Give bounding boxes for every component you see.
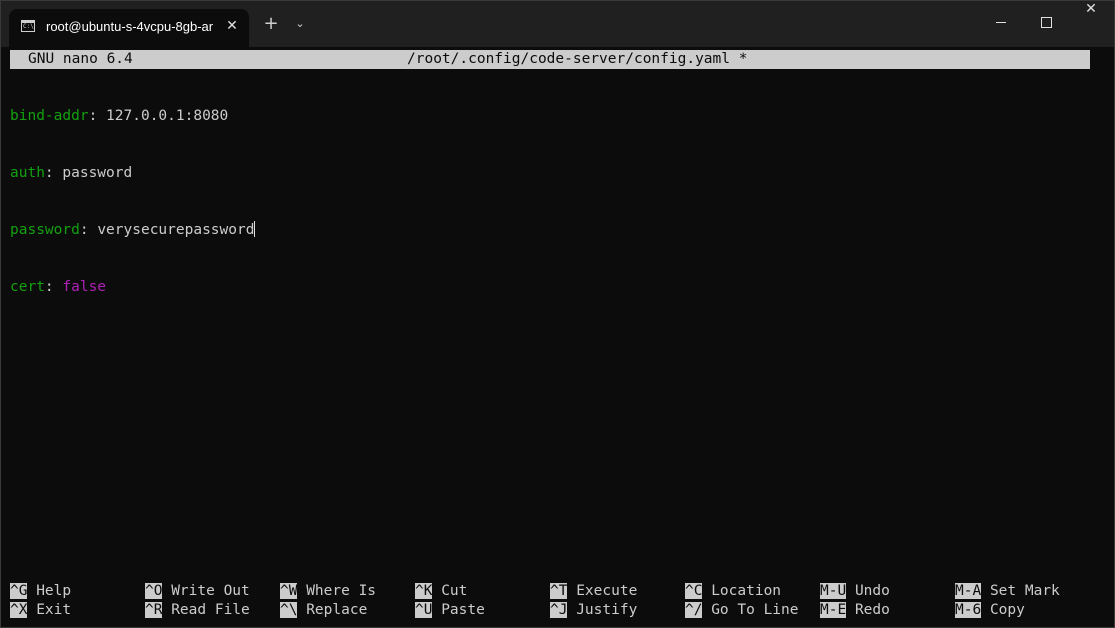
yaml-value: false	[62, 279, 107, 295]
shortcut-label: Justify	[576, 602, 638, 618]
maximize-icon	[1041, 17, 1052, 28]
shortcut-label: Redo	[854, 602, 890, 618]
chevron-down-icon[interactable]: ⌄	[291, 15, 309, 33]
shortcut-replace[interactable]: ^\ Replace	[280, 601, 367, 620]
shortcut-key: ^/	[685, 602, 703, 618]
terminal-area[interactable]: GNU nano 6.4 /root/.config/code-server/c…	[1, 47, 1114, 627]
tab-title: root@ubuntu-s-4vcpu-8gb-ar	[46, 19, 214, 34]
shortcut-exit[interactable]: ^X Exit	[10, 601, 71, 620]
shortcut-label: Paste	[441, 602, 485, 618]
shortcut-justify[interactable]: ^J Justify	[550, 601, 637, 620]
file-line[interactable]: password: verysecurepassword	[10, 221, 256, 240]
shortcut-key: ^G	[10, 583, 28, 599]
yaml-value: verysecurepassword	[97, 222, 255, 238]
shortcut-key: ^T	[550, 583, 568, 599]
shortcut-help[interactable]: ^G Help	[10, 582, 71, 601]
shortcut-read-file[interactable]: ^R Read File	[145, 601, 250, 620]
yaml-separator: :	[88, 108, 107, 124]
shortcut-label: Replace	[306, 602, 368, 618]
shortcut-paste[interactable]: ^U Paste	[415, 601, 485, 620]
shortcut-label: Undo	[854, 583, 890, 599]
yaml-key: bind-addr	[10, 108, 89, 124]
shortcut-label: Write Out	[171, 583, 250, 599]
shortcut-write-out[interactable]: ^O Write Out	[145, 582, 250, 601]
shortcut-key: ^J	[550, 602, 568, 618]
shortcut-key: ^O	[145, 583, 163, 599]
shortcut-key: M-U	[820, 583, 847, 599]
file-content[interactable]: bind-addr: 127.0.0.1:8080 auth: password…	[10, 69, 256, 335]
title-bar: C:\ root@ubuntu-s-4vcpu-8gb-ar ✕ + ⌄ ✕	[1, 1, 1114, 47]
shortcut-label: Copy	[989, 602, 1025, 618]
shortcut-label: Exit	[36, 602, 72, 618]
shortcut-label: Go To Line	[711, 602, 799, 618]
shortcut-execute[interactable]: ^T Execute	[550, 582, 637, 601]
file-line[interactable]: bind-addr: 127.0.0.1:8080	[10, 107, 255, 126]
file-path: /root/.config/code-server/config.yaml *	[407, 51, 748, 67]
shortcut-key: M-A	[955, 583, 982, 599]
terminal-window: C:\ root@ubuntu-s-4vcpu-8gb-ar ✕ + ⌄ ✕ G…	[0, 0, 1115, 628]
yaml-separator: :	[44, 165, 63, 181]
shortcut-key: ^\	[280, 602, 298, 618]
terminal-tab[interactable]: C:\ root@ubuntu-s-4vcpu-8gb-ar ✕	[9, 9, 249, 47]
shortcut-label: Where Is	[306, 583, 377, 599]
file-line[interactable]: auth: password	[10, 164, 255, 183]
shortcut-label: Read File	[171, 602, 250, 618]
shortcut-bar: ^G Help ^O Write Out ^W Where Is ^K Cut …	[10, 582, 1100, 622]
yaml-key: password	[10, 222, 80, 238]
yaml-separator: :	[44, 279, 63, 295]
minimize-icon	[996, 22, 1006, 23]
terminal-icon: C:\	[21, 20, 35, 32]
new-tab-button[interactable]: +	[260, 13, 282, 35]
minimize-button[interactable]	[978, 1, 1024, 43]
yaml-key: cert	[10, 279, 45, 295]
shortcut-location[interactable]: ^C Location	[685, 582, 781, 601]
shortcut-redo[interactable]: M-E Redo	[820, 601, 890, 620]
nano-version: GNU nano 6.4	[28, 51, 133, 67]
shortcut-label: Set Mark	[989, 583, 1060, 599]
shortcut-key: ^K	[415, 583, 433, 599]
yaml-separator: :	[79, 222, 98, 238]
shortcut-key: M-6	[955, 602, 982, 618]
maximize-button[interactable]	[1023, 1, 1069, 43]
shortcut-cut[interactable]: ^K Cut	[415, 582, 467, 601]
yaml-key: auth	[10, 165, 45, 181]
shortcut-label: Help	[36, 583, 72, 599]
shortcut-set-mark[interactable]: M-A Set Mark	[955, 582, 1060, 601]
file-line[interactable]: cert: false	[10, 278, 255, 297]
shortcut-key: ^R	[145, 602, 163, 618]
shortcut-key: ^X	[10, 602, 28, 618]
shortcut-go-to-line[interactable]: ^/ Go To Line	[685, 601, 799, 620]
shortcut-label: Location	[711, 583, 782, 599]
text-cursor	[254, 221, 256, 237]
shortcut-key: M-E	[820, 602, 847, 618]
shortcut-copy[interactable]: M-6 Copy	[955, 601, 1025, 620]
shortcut-where-is[interactable]: ^W Where Is	[280, 582, 376, 601]
close-tab-icon[interactable]: ✕	[222, 16, 242, 36]
close-window-button[interactable]: ✕	[1068, 1, 1114, 43]
nano-header-bar: GNU nano 6.4 /root/.config/code-server/c…	[10, 50, 1090, 69]
shortcut-key: ^W	[280, 583, 298, 599]
shortcut-label: Cut	[441, 583, 468, 599]
shortcut-label: Execute	[576, 583, 638, 599]
yaml-value: 127.0.0.1:8080	[106, 108, 229, 124]
yaml-value: password	[62, 165, 133, 181]
shortcut-key: ^C	[685, 583, 703, 599]
shortcut-key: ^U	[415, 602, 433, 618]
shortcut-undo[interactable]: M-U Undo	[820, 582, 890, 601]
